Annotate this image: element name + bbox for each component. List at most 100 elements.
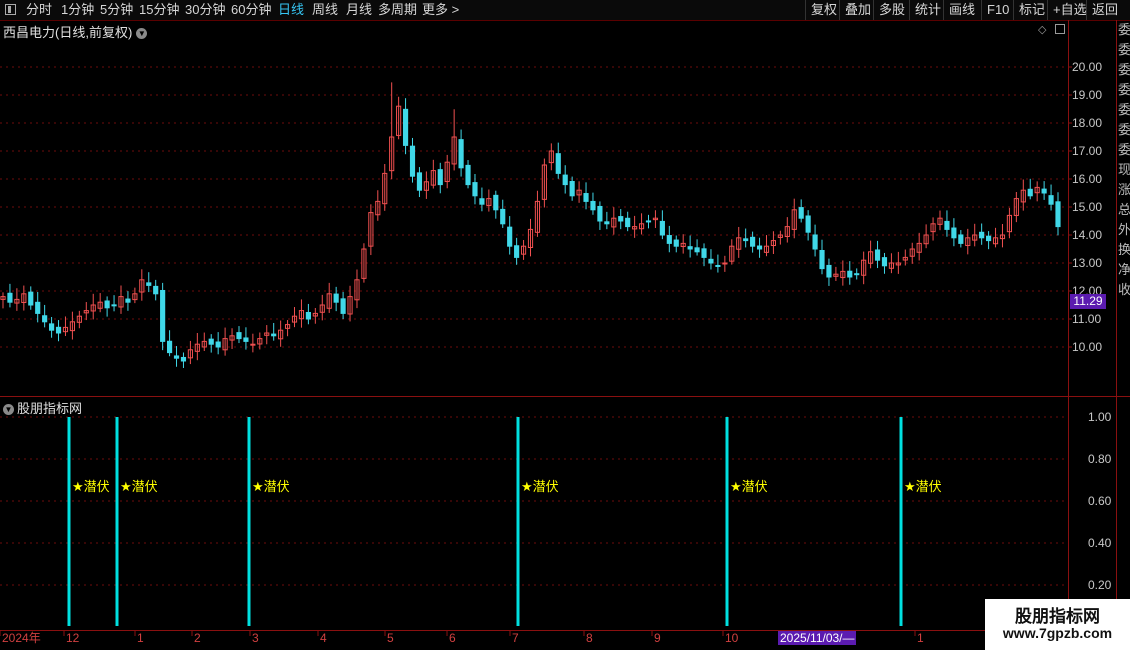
signal-bar: [899, 417, 903, 626]
candle-body: [562, 174, 568, 186]
candle-body: [826, 264, 832, 278]
time-tick-label: 1: [917, 631, 924, 645]
price-tick-label: 19.00: [1072, 88, 1103, 102]
candle-body: [479, 198, 485, 205]
candle-body: [569, 181, 575, 197]
candle-body: [243, 337, 249, 342]
candle-body: [493, 194, 499, 211]
indicator-tick-label: 1.00: [1088, 410, 1112, 424]
candle-body: [125, 298, 131, 303]
signal-bar: [725, 417, 729, 626]
price-tick-label: 20.00: [1072, 60, 1103, 74]
time-tick-label: 2: [194, 631, 201, 645]
signal-label: ★潜伏: [904, 479, 942, 494]
signal-bar: [115, 417, 119, 626]
candle-body: [208, 338, 214, 345]
quote-field-label: 涨: [1118, 182, 1130, 197]
time-tick-label: 4: [320, 631, 327, 645]
quote-side-column: 委委委委委委委现涨总外换净收: [1118, 20, 1130, 300]
time-tick-label: 2024年: [2, 631, 41, 645]
time-tick-label: 8: [586, 631, 593, 645]
candle-body: [666, 235, 672, 244]
candle-body: [756, 245, 763, 250]
candle-body: [625, 217, 631, 228]
candle-body: [597, 205, 603, 222]
candle-body: [333, 293, 339, 303]
quote-field-label: 委: [1118, 62, 1130, 77]
signal-bar: [516, 417, 520, 626]
signal-label: ★潜伏: [730, 479, 768, 494]
time-tick-label: 9: [654, 631, 661, 645]
price-tick-label: 18.00: [1072, 116, 1103, 130]
candle-body: [472, 182, 478, 197]
price-tick-label: 13.00: [1072, 256, 1103, 270]
candle-body: [604, 221, 610, 225]
candle-body: [645, 220, 652, 223]
time-tick-label: 7: [512, 631, 519, 645]
candle-body: [743, 238, 749, 242]
candle-body: [708, 258, 714, 264]
quote-field-label: 委: [1118, 142, 1130, 157]
quote-field-label: 委: [1118, 102, 1130, 117]
candle-body: [805, 215, 811, 233]
candle-body: [979, 231, 985, 239]
signal-label: ★潜伏: [72, 479, 110, 494]
signal-bar: [67, 417, 71, 626]
candle-body: [104, 300, 110, 309]
chart-canvas[interactable]: [0, 0, 1130, 650]
chevron-down-icon[interactable]: ▼: [3, 404, 14, 416]
candle-body: [673, 239, 679, 247]
candle-body: [1041, 188, 1047, 194]
candle-body: [590, 200, 596, 211]
candle-body: [986, 235, 992, 242]
watermark-url: www.7gpzb.com: [1002, 625, 1113, 641]
candle-body: [409, 145, 416, 177]
quote-field-label: 委: [1118, 122, 1130, 137]
candle-body: [437, 169, 443, 186]
signal-label: ★潜伏: [120, 479, 158, 494]
candle-body: [305, 311, 311, 320]
crosshair-date-tag: 2025/11/03/—: [778, 631, 856, 645]
quote-field-label: 换: [1118, 242, 1130, 257]
indicator-title: 股朋指标网: [17, 401, 83, 416]
candle-body: [722, 262, 728, 265]
price-tick-label: 14.00: [1072, 228, 1103, 242]
time-tick-label: 12: [66, 631, 80, 645]
candle-body: [750, 236, 756, 247]
indicator-tick-label: 0.20: [1088, 578, 1112, 592]
quote-field-label: 净: [1118, 262, 1130, 277]
price-tick-label: 15.00: [1072, 200, 1103, 214]
candle-body: [514, 245, 520, 258]
candle-body: [236, 332, 242, 340]
candle-body: [250, 343, 256, 346]
quote-field-label: 收: [1118, 282, 1130, 297]
candle-body: [55, 326, 62, 334]
price-tick-label: 16.00: [1072, 172, 1103, 186]
candle-body: [659, 220, 665, 236]
candle-body: [819, 249, 825, 270]
price-tick-label: 10.00: [1072, 340, 1103, 354]
candle-body: [701, 248, 707, 258]
candle-body: [49, 323, 55, 331]
candle-body: [215, 341, 221, 348]
candle-body: [7, 292, 13, 303]
signal-series: [67, 417, 903, 626]
quote-field-label: 委: [1118, 42, 1130, 57]
time-tick-label: 10: [725, 631, 739, 645]
candle-body: [958, 234, 964, 244]
quote-field-label: 委: [1118, 22, 1130, 37]
candle-body: [694, 247, 700, 253]
candle-body: [42, 315, 48, 323]
candle-body: [555, 153, 561, 174]
indicator-tick-label: 0.40: [1088, 536, 1112, 550]
candle-body: [847, 270, 853, 278]
candle-body: [160, 289, 166, 342]
indicator-tick-label: 0.80: [1088, 452, 1112, 466]
candle-body: [271, 333, 277, 337]
watermark: 股朋指标网 www.7gpzb.com: [985, 599, 1130, 650]
candle-body: [458, 139, 464, 169]
last-price-tag: 11.29: [1070, 294, 1106, 309]
candle-body: [583, 193, 589, 202]
quote-field-label: 总: [1118, 202, 1130, 217]
candle-body: [416, 172, 423, 191]
